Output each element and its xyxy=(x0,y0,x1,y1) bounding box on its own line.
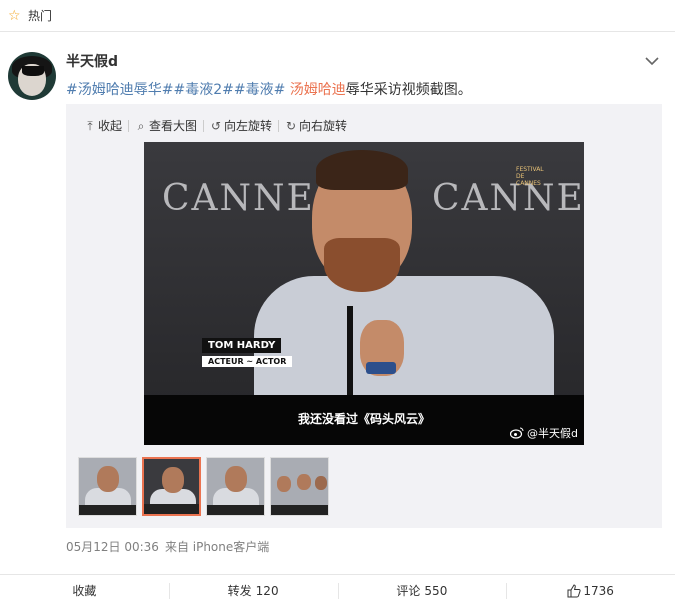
person-beard xyxy=(324,238,400,292)
hashtag-venom[interactable]: 辱华##毒液2##毒液# xyxy=(134,82,286,98)
username[interactable]: 半天假d xyxy=(66,51,118,71)
post-time[interactable]: 05月12日 00:36 xyxy=(66,540,159,554)
thumbnail[interactable] xyxy=(206,457,265,516)
media-box: ⤒ 收起 ⌕ 查看大图 ↺ 向左旋转 ↻ 向右旋转 CANNES CANNES xyxy=(66,104,662,528)
microphone xyxy=(347,306,353,402)
divider xyxy=(278,119,280,132)
collapse-button[interactable]: ⤒ 收起 xyxy=(84,117,122,134)
rotate-left-button[interactable]: ↺ 向左旋转 xyxy=(210,117,272,134)
festival-badge: FESTIVAL DE CANNES xyxy=(516,166,544,187)
like-button[interactable]: 1736 xyxy=(506,575,675,606)
post-meta: 05月12日 00:36 来自 iPhone客户端 xyxy=(66,538,269,555)
name-caption: TOM HARDY xyxy=(202,338,282,353)
post-text: 辱华采访视频截图。 xyxy=(345,82,472,98)
divider xyxy=(128,119,130,132)
weibo-icon xyxy=(510,427,524,439)
watermark: @半天假d xyxy=(510,425,578,441)
thumbnail[interactable] xyxy=(270,457,329,516)
main-image[interactable]: CANNES CANNES FESTIVAL DE CANNES TOM HAR… xyxy=(144,142,584,445)
rotate-right-icon: ↻ xyxy=(286,118,297,133)
thumbs-up-icon xyxy=(567,583,581,597)
weibo-post: 半天假d #汤姆哈迪辱华##毒液2##毒液# 汤姆哈迪辱华采访视频截图。 ⤒ 收… xyxy=(0,32,675,574)
hashtag-tom-hardy[interactable]: #汤姆哈迪 xyxy=(66,82,134,98)
action-bar: 收藏 转发 120 评论 550 1736 xyxy=(0,574,675,606)
repost-button[interactable]: 转发 120 xyxy=(168,575,338,606)
cannes-logo-right: CANNES xyxy=(432,178,584,219)
mention-tom-hardy[interactable]: 汤姆哈迪 xyxy=(285,82,346,98)
post-source[interactable]: 来自 iPhone客户端 xyxy=(165,540,269,554)
chevron-down-icon[interactable] xyxy=(643,54,661,68)
divider xyxy=(203,119,205,132)
wristband xyxy=(366,362,396,374)
thumbnail-strip xyxy=(78,457,334,516)
top-bar: ☆ 热门 xyxy=(0,0,675,32)
avatar[interactable] xyxy=(8,52,56,100)
thumbnail-selected[interactable] xyxy=(142,457,201,516)
thumbnail[interactable] xyxy=(78,457,137,516)
person-hair xyxy=(316,150,408,190)
rotate-right-button[interactable]: ↻ 向右旋转 xyxy=(285,117,347,134)
role-caption: ACTEUR ~ ACTOR xyxy=(202,356,293,367)
collapse-icon: ⤒ xyxy=(87,118,93,133)
comment-button[interactable]: 评论 550 xyxy=(337,575,507,606)
search-icon: ⌕ xyxy=(137,118,145,133)
hot-label[interactable]: 热门 xyxy=(28,7,52,24)
favorite-button[interactable]: 收藏 xyxy=(0,575,169,606)
view-large-button[interactable]: ⌕ 查看大图 xyxy=(135,117,197,134)
star-icon: ☆ xyxy=(8,7,21,24)
image-toolbar: ⤒ 收起 ⌕ 查看大图 ↺ 向左旋转 ↻ 向右旋转 xyxy=(84,117,347,134)
rotate-left-icon: ↺ xyxy=(211,118,222,133)
post-content: #汤姆哈迪辱华##毒液2##毒液# 汤姆哈迪辱华采访视频截图。 xyxy=(66,79,472,99)
